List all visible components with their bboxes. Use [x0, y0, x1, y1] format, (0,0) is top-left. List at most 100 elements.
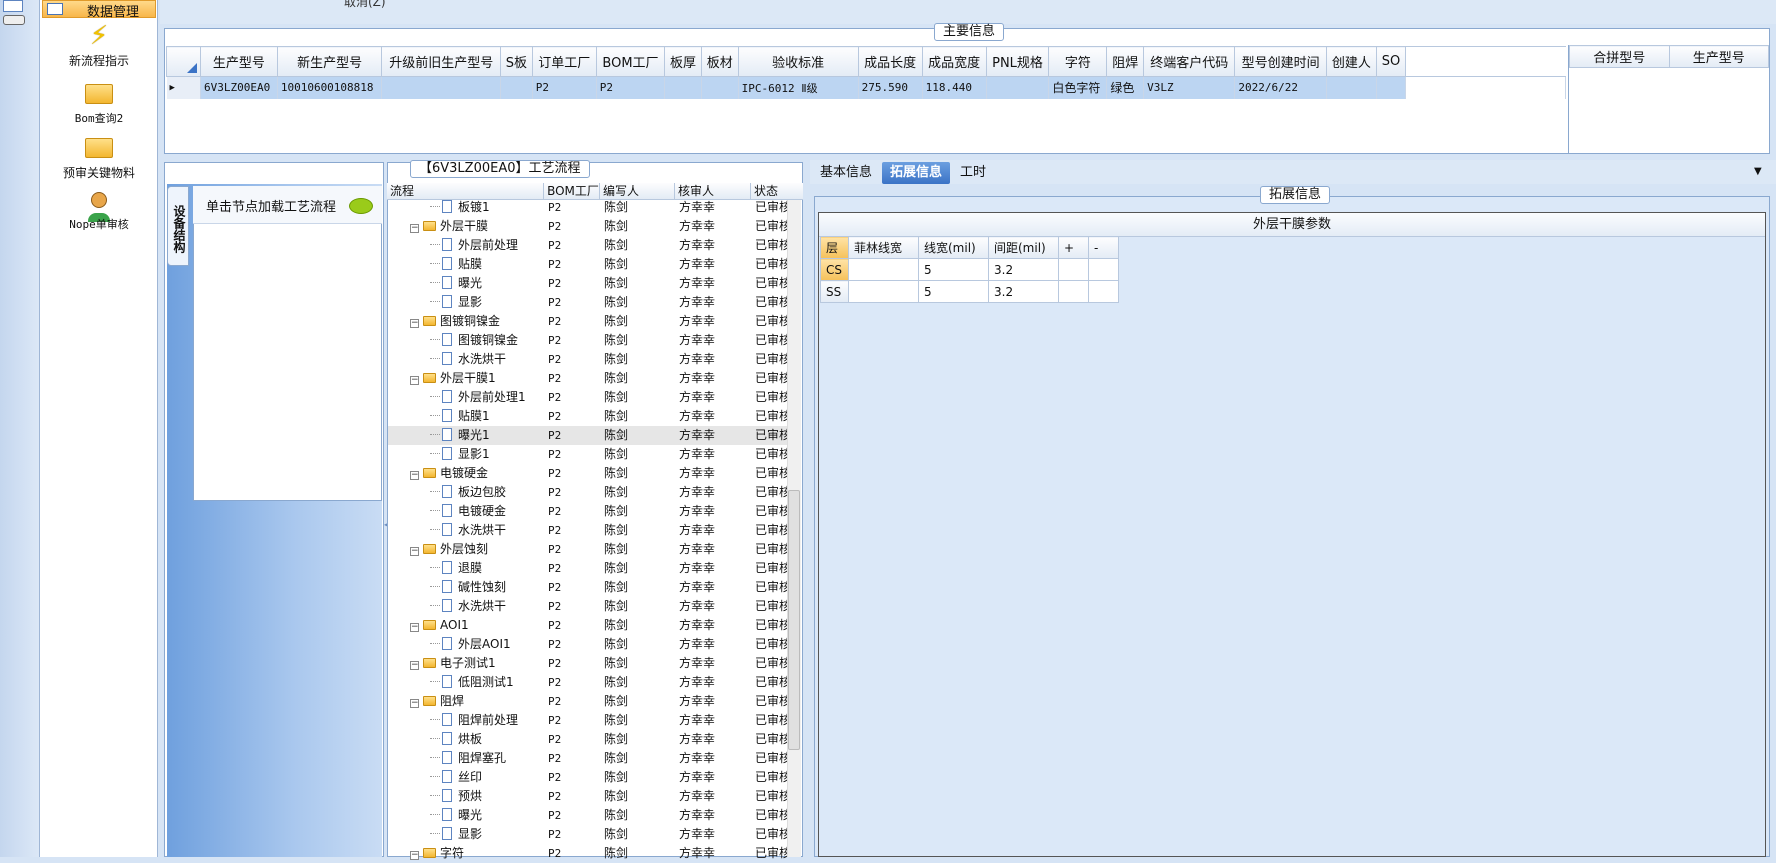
tree-node[interactable]: 碱性蚀刻 — [430, 578, 506, 597]
tree-node[interactable]: 退膜 — [430, 559, 482, 578]
cell-reviewer[interactable]: 方幸幸 — [679, 578, 715, 597]
cell-reviewer[interactable]: 方幸幸 — [679, 426, 715, 445]
tree-node[interactable]: 显影 — [430, 293, 482, 312]
nav-item-bom-query[interactable]: Bom查询2 — [40, 80, 158, 126]
cell-status[interactable]: 已审核 — [755, 312, 788, 331]
tree-node[interactable]: 水洗烘干 — [430, 597, 506, 616]
cell-reviewer[interactable]: 方幸幸 — [679, 844, 715, 863]
col-film-width[interactable]: 菲林线宽 — [848, 236, 919, 259]
cell-reviewer[interactable]: 方幸幸 — [679, 768, 715, 787]
tree-step-row[interactable]: 板镀1 P2 陈剑 方幸幸 已审核 — [388, 198, 788, 217]
gamepad-icon[interactable] — [3, 15, 25, 25]
collapse-icon[interactable]: − — [410, 699, 419, 708]
cell-reviewer[interactable]: 方幸幸 — [679, 559, 715, 578]
cell-reviewer[interactable]: 方幸幸 — [679, 806, 715, 825]
cell-pnl[interactable] — [986, 76, 1050, 99]
cell-writer[interactable]: 陈剑 — [604, 464, 628, 483]
tree-step-row[interactable]: 曝光 P2 陈剑 方幸幸 已审核 — [388, 274, 788, 293]
tree-folder-row[interactable]: − 电镀硬金 P2 陈剑 方幸幸 已审核 — [388, 464, 788, 483]
col-created-time[interactable]: 型号创建时间 — [1234, 46, 1327, 77]
tree-step-row[interactable]: 水洗烘干 P2 陈剑 方幸幸 已审核 — [388, 350, 788, 369]
cell-spacing[interactable]: 3.2 — [988, 280, 1059, 303]
col-customer-code[interactable]: 终端客户代码 — [1143, 46, 1236, 77]
cell-reviewer[interactable]: 方幸幸 — [679, 825, 715, 844]
cell-bom-factory[interactable]: P2 — [548, 654, 561, 673]
cell-bom-factory[interactable]: P2 — [548, 483, 561, 502]
cell-reviewer[interactable]: 方幸幸 — [679, 350, 715, 369]
cell-bom-factory[interactable]: P2 — [548, 787, 561, 806]
cell-line-width[interactable]: 5 — [918, 280, 989, 303]
col-new-prod-model[interactable]: 新生产型号 — [276, 46, 383, 77]
tab-basic-info[interactable]: 基本信息 — [812, 162, 880, 184]
cell-writer[interactable]: 陈剑 — [604, 559, 628, 578]
param-row[interactable]: CS 5 3.2 — [820, 258, 1119, 281]
cell-writer[interactable]: 陈剑 — [604, 673, 628, 692]
cell-bom-factory[interactable]: P2 — [548, 711, 561, 730]
cell-writer[interactable]: 陈剑 — [604, 236, 628, 255]
col-bom-factory[interactable]: BOM工厂 — [595, 46, 666, 77]
cell-reviewer[interactable]: 方幸幸 — [679, 198, 715, 217]
cell-bom-factory[interactable]: P2 — [548, 692, 561, 711]
cell-status[interactable]: 已审核 — [755, 616, 788, 635]
cell-layer[interactable]: CS — [820, 258, 849, 281]
cell-bom-factory[interactable]: P2 — [548, 217, 561, 236]
cell-reviewer[interactable]: 方幸幸 — [679, 673, 715, 692]
col-pnl[interactable]: PNL规格 — [985, 46, 1050, 77]
tree-node[interactable]: 贴膜 — [430, 255, 482, 274]
tab-device-structure[interactable]: 设备结构 — [167, 186, 189, 266]
cell-bom-factory[interactable]: P2 — [548, 844, 561, 863]
cell-writer[interactable]: 陈剑 — [604, 768, 628, 787]
tree-folder-row[interactable]: − 电子测试1 P2 陈剑 方幸幸 已审核 — [388, 654, 788, 673]
cell-status[interactable]: 已审核 — [755, 350, 788, 369]
cell-reviewer[interactable]: 方幸幸 — [679, 597, 715, 616]
col-merge-prod-model[interactable]: 生产型号 — [1668, 45, 1769, 68]
collapse-icon[interactable]: − — [410, 376, 419, 385]
cell-customer-code[interactable]: V3LZ — [1143, 76, 1236, 99]
cell-reviewer[interactable]: 方幸幸 — [679, 255, 715, 274]
cell-writer[interactable]: 陈剑 — [604, 635, 628, 654]
cell-reviewer[interactable]: 方幸幸 — [679, 711, 715, 730]
cell-bom-factory[interactable]: P2 — [548, 255, 561, 274]
cell-writer[interactable]: 陈剑 — [604, 483, 628, 502]
cell-bom-factory[interactable]: P2 — [548, 730, 561, 749]
cell-status[interactable]: 已审核 — [755, 692, 788, 711]
tree-node[interactable]: − 外层干膜 — [410, 217, 488, 236]
cell-status[interactable]: 已审核 — [755, 198, 788, 217]
tree-node[interactable]: − AOI1 — [410, 616, 469, 635]
cell-status[interactable]: 已审核 — [755, 255, 788, 274]
col-line-width[interactable]: 线宽(mil) — [918, 236, 989, 259]
cell-reviewer[interactable]: 方幸幸 — [679, 692, 715, 711]
cell-reviewer[interactable]: 方幸幸 — [679, 312, 715, 331]
cell-bom-factory[interactable]: P2 — [548, 597, 561, 616]
add-column-button[interactable]: + — [1058, 236, 1089, 259]
cell-writer[interactable]: 陈剑 — [604, 293, 628, 312]
col-so[interactable]: SO — [1376, 46, 1406, 77]
tree-step-row[interactable]: 阻焊前处理 P2 陈剑 方幸幸 已审核 — [388, 711, 788, 730]
cell-bom-factory[interactable]: P2 — [548, 407, 561, 426]
cancel-button-partial[interactable]: 取消(Z) — [344, 0, 386, 10]
cell-status[interactable]: 已审核 — [755, 787, 788, 806]
cell-so[interactable] — [1376, 76, 1406, 99]
cell-bom-factory[interactable]: P2 — [548, 331, 561, 350]
cell-writer[interactable]: 陈剑 — [604, 654, 628, 673]
tree-step-row[interactable]: 贴膜1 P2 陈剑 方幸幸 已审核 — [388, 407, 788, 426]
col-old-prod-model[interactable]: 升级前旧生产型号 — [381, 46, 502, 77]
tree-step-row[interactable]: 丝印 P2 陈剑 方幸幸 已审核 — [388, 768, 788, 787]
tree-step-row[interactable]: 预烘 P2 陈剑 方幸幸 已审核 — [388, 787, 788, 806]
col-acceptance[interactable]: 验收标准 — [737, 46, 859, 77]
cell-status[interactable]: 已审核 — [755, 768, 788, 787]
tab-extended-info[interactable]: 拓展信息 — [882, 162, 951, 184]
cell-reviewer[interactable]: 方幸幸 — [679, 464, 715, 483]
cell-writer[interactable]: 陈剑 — [604, 787, 628, 806]
tree-node[interactable]: 低阻测试1 — [430, 673, 514, 692]
cell-writer[interactable]: 陈剑 — [604, 369, 628, 388]
tree-step-row[interactable]: 外层AOI1 P2 陈剑 方幸幸 已审核 — [388, 635, 788, 654]
cell-creator[interactable] — [1326, 76, 1378, 99]
cell-status[interactable]: 已审核 — [755, 673, 788, 692]
cell-bom-factory[interactable]: P2 — [548, 806, 561, 825]
col-solder-mask[interactable]: 阻焊 — [1106, 46, 1145, 77]
cell-writer[interactable]: 陈剑 — [604, 692, 628, 711]
cell-bom-factory[interactable]: P2 — [548, 521, 561, 540]
cell-bom-factory[interactable]: P2 — [548, 749, 561, 768]
cell-bom-factory[interactable]: P2 — [548, 502, 561, 521]
